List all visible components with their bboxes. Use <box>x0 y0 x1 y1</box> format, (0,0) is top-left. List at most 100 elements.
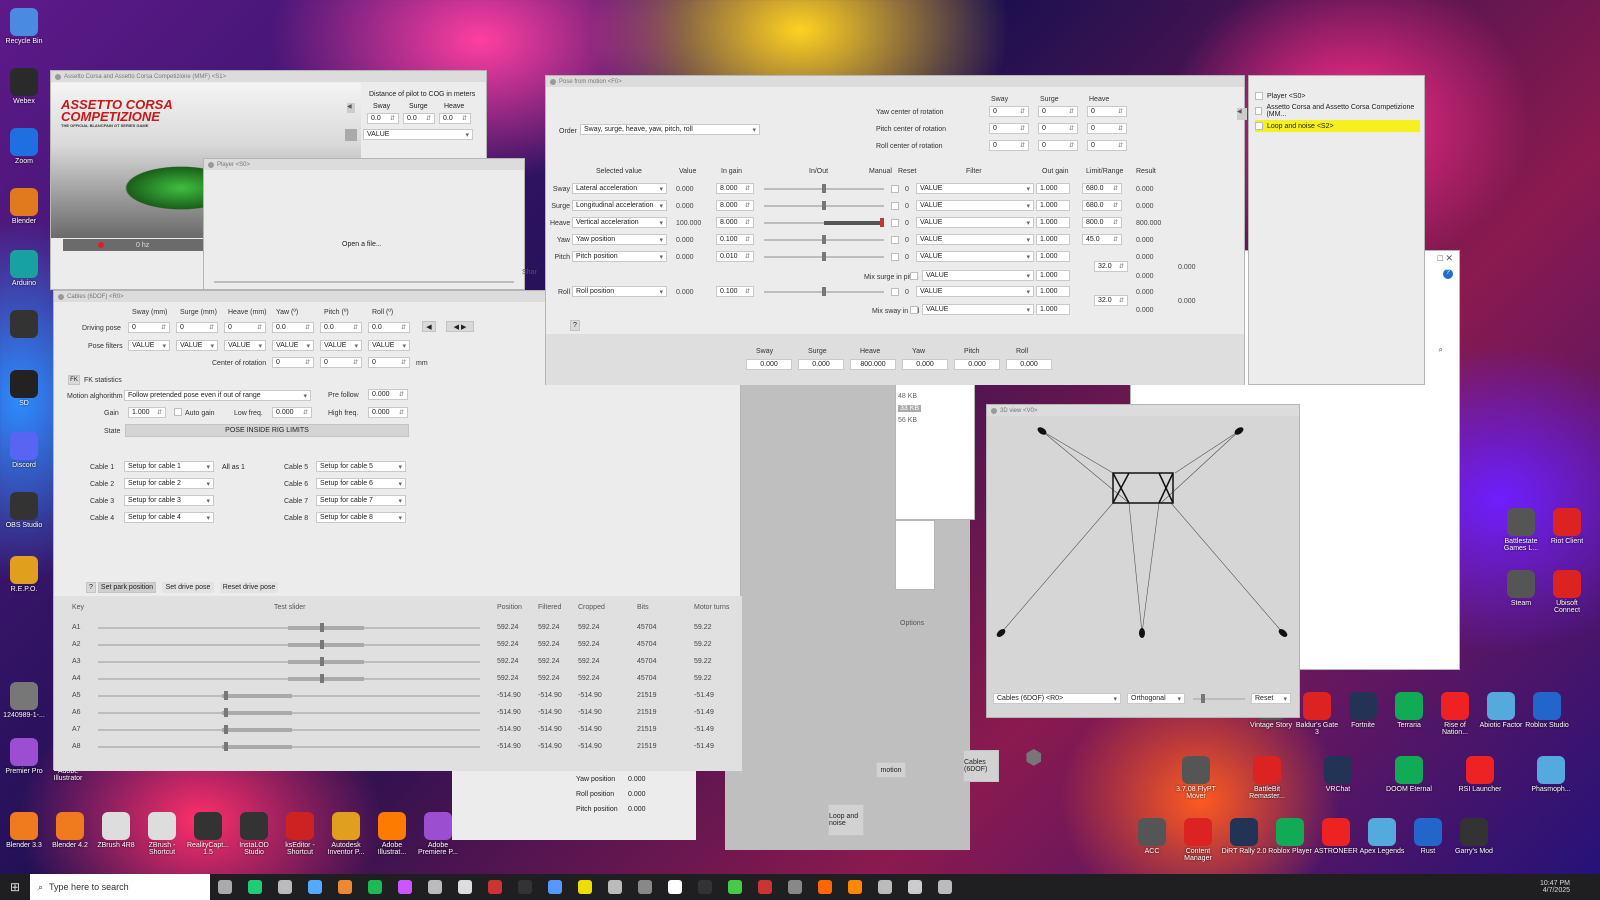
desktop-icon[interactable]: Zoom <box>0 128 48 165</box>
driving-pose-input[interactable]: 0.0 <box>320 322 362 333</box>
desktop-icon[interactable]: 3.7.08 FlyPT Mover <box>1172 756 1220 800</box>
out-gain-input[interactable]: 1.000 <box>1036 183 1070 194</box>
source-item[interactable]: Assetto Corsa and Assetto Corsa Competiz… <box>1255 104 1420 118</box>
open-file-link[interactable]: Open a file... <box>342 241 382 248</box>
source-checkbox[interactable] <box>1255 122 1263 130</box>
lowfreq-input[interactable]: 0.000 <box>272 407 312 418</box>
desktop-icon[interactable]: 1240989-1-... <box>0 682 48 719</box>
desktop-icon[interactable]: Riot Client <box>1543 508 1591 545</box>
test-slider[interactable] <box>98 742 480 751</box>
filter-select[interactable]: VALUE <box>916 200 1034 211</box>
manual-checkbox[interactable] <box>891 202 899 210</box>
test-slider[interactable] <box>98 691 480 700</box>
pose-filter-select[interactable]: VALUE <box>224 340 266 351</box>
taskbar-app-icon[interactable] <box>908 880 922 894</box>
start-icon[interactable]: ⊞ <box>0 880 30 894</box>
desktop-icon[interactable]: Roblox Studio <box>1523 692 1571 729</box>
rotation-center-input[interactable]: 0 <box>1038 140 1078 151</box>
desktop-icon[interactable]: Roblox Player <box>1266 818 1314 855</box>
manual-checkbox[interactable] <box>891 253 899 261</box>
desktop-icon[interactable]: Abiotic Factor <box>1477 692 1525 729</box>
cable-setup-select[interactable]: Setup for cable 7 <box>316 495 406 506</box>
desktop-icon[interactable]: Phasmoph... <box>1527 756 1575 793</box>
desktop-icon[interactable]: InstaLOD Studio <box>230 812 278 856</box>
in-gain-input[interactable]: 0.100 <box>716 286 754 297</box>
desktop-icon[interactable]: Blender 4.2 <box>46 812 94 849</box>
pitch-limit-input[interactable]: 32.0 <box>1094 261 1128 272</box>
in-out-slider[interactable] <box>764 235 884 244</box>
set-park-position-button[interactable]: Set park position <box>98 582 156 593</box>
reset-drive-pose-button[interactable]: Reset drive pose <box>220 582 278 593</box>
test-slider-thumb[interactable] <box>320 640 324 649</box>
test-slider-thumb[interactable] <box>320 623 324 632</box>
set-drive-pose-button[interactable]: Set drive pose <box>162 582 214 593</box>
desktop-icon[interactable]: ASTRONEER <box>1312 818 1360 855</box>
filter-select[interactable]: VALUE <box>916 234 1034 245</box>
limit-input[interactable]: 45.0 <box>1082 234 1122 245</box>
rotation-center-input[interactable]: 0 <box>1038 106 1078 117</box>
desktop-icon[interactable]: Webex <box>0 68 48 105</box>
record-icon[interactable] <box>98 242 104 248</box>
desktop-icon[interactable]: VRChat <box>1314 756 1362 793</box>
mix-sway-roll-checkbox[interactable] <box>910 306 918 314</box>
taskbar-app-icon[interactable] <box>458 880 472 894</box>
pose-prev-button[interactable]: ◀ <box>422 321 436 332</box>
rotation-center-input[interactable]: 0 <box>989 106 1029 117</box>
rotation-center-input[interactable]: 0 <box>989 140 1029 151</box>
taskbar-app-icon[interactable] <box>398 880 412 894</box>
taskbar-app-icon[interactable] <box>788 880 802 894</box>
mix-sway-roll-out[interactable]: 1.000 <box>1036 304 1070 315</box>
desktop-icon[interactable]: ksEditor - Shortcut <box>276 812 324 856</box>
desktop-icon[interactable]: DOOM Eternal <box>1385 756 1433 793</box>
cable-setup-select[interactable]: Setup for cable 3 <box>124 495 214 506</box>
desktop-icon[interactable]: Battlestate Games L... <box>1497 508 1545 552</box>
motion-algorithm-select[interactable]: Follow pretended pose even if out of ran… <box>124 390 311 401</box>
roll-limit-input[interactable]: 32.0 <box>1094 295 1128 306</box>
taskbar-app-icon[interactable] <box>818 880 832 894</box>
acc-sway-input[interactable]: 0.0 <box>367 113 399 124</box>
desktop-icon[interactable] <box>0 310 48 340</box>
desktop-icon[interactable]: BattleBit Remaster... <box>1243 756 1291 800</box>
taskbar-app-icon[interactable] <box>308 880 322 894</box>
pose-filter-select[interactable]: VALUE <box>272 340 314 351</box>
desktop-icon[interactable]: DiRT Rally 2.0 <box>1220 818 1268 855</box>
acc-filter-select[interactable]: VALUE <box>363 129 473 140</box>
desktop-icon[interactable]: ZBrush - Shortcut <box>138 812 186 856</box>
source-checkbox[interactable] <box>1255 107 1263 115</box>
desktop-icon[interactable]: Terraria <box>1385 692 1433 729</box>
in-out-slider[interactable] <box>764 184 884 193</box>
driving-pose-input[interactable]: 0.0 <box>368 322 410 333</box>
test-slider-thumb[interactable] <box>320 657 324 666</box>
test-slider[interactable] <box>98 725 480 734</box>
source-checkbox[interactable] <box>1255 92 1263 100</box>
taskbar-app-icon[interactable] <box>758 880 772 894</box>
filter-select[interactable]: VALUE <box>916 286 1034 297</box>
desktop-icon[interactable]: R.E.P.O. <box>0 556 48 593</box>
autogain-checkbox[interactable] <box>174 408 182 416</box>
manual-checkbox[interactable] <box>891 185 899 193</box>
filter-select[interactable]: VALUE <box>916 217 1034 228</box>
pose-filter-select[interactable]: VALUE <box>176 340 218 351</box>
cable-setup-select[interactable]: Setup for cable 4 <box>124 512 214 523</box>
source-item[interactable]: Loop and noise <S2> <box>1255 120 1420 132</box>
search-icon[interactable]: ⌕ <box>1439 345 1443 355</box>
taskbar-app-icon[interactable] <box>218 880 232 894</box>
filter-select[interactable]: VALUE <box>916 183 1034 194</box>
test-slider[interactable] <box>98 708 480 717</box>
desktop-icon[interactable]: Content Manager <box>1174 818 1222 862</box>
cable-setup-select[interactable]: Setup for cable 2 <box>124 478 214 489</box>
out-gain-input[interactable]: 1.000 <box>1036 217 1070 228</box>
test-slider[interactable] <box>98 674 480 683</box>
in-out-thumb[interactable] <box>822 235 826 244</box>
selected-value-select[interactable]: Yaw position <box>572 234 667 245</box>
pose-help-button[interactable]: ? <box>570 320 580 331</box>
in-out-thumb[interactable] <box>822 252 826 261</box>
taskbar-app-icon[interactable] <box>848 880 862 894</box>
test-slider[interactable] <box>98 623 480 632</box>
prefollow-input[interactable]: 0.000 <box>368 389 408 400</box>
in-out-thumb[interactable] <box>822 201 826 210</box>
taskbar-app-icon[interactable] <box>368 880 382 894</box>
in-gain-input[interactable]: 8.000 <box>716 217 754 228</box>
limit-input[interactable]: 800.0 <box>1082 217 1122 228</box>
filter-gear-icon[interactable] <box>345 129 357 141</box>
